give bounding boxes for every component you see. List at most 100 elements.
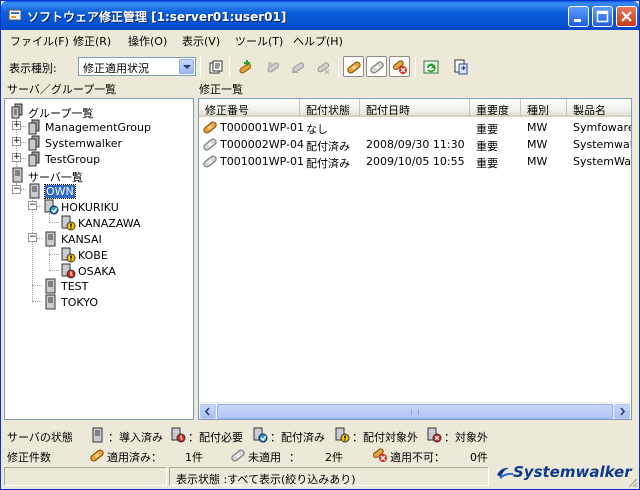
- column-header-distribution-date[interactable]: 配付日時: [360, 99, 470, 117]
- column-header-type[interactable]: 種別: [521, 99, 567, 117]
- group-icon: [28, 151, 40, 167]
- tree-label: KANSAI: [61, 233, 102, 246]
- group-icon: [28, 135, 40, 151]
- column-header-distribution-status[interactable]: 配付状態: [300, 99, 360, 117]
- display-type-select[interactable]: 修正適用状況: [78, 57, 196, 76]
- table-row[interactable]: T000002WP-04 配付済み 2008/09/30 11:30 重要 MW…: [199, 136, 632, 153]
- minimize-button[interactable]: [568, 6, 589, 27]
- expand-plus-icon[interactable]: +: [12, 153, 21, 162]
- menu-bar: ファイル(F) 修正(R) 操作(O) 表示(V) ツール(T) ヘルプ(H): [1, 30, 639, 50]
- resize-grip-icon[interactable]: [626, 476, 638, 488]
- export-button[interactable]: [450, 56, 471, 77]
- cell-fix-number: T000001WP-01: [220, 121, 304, 134]
- menu-operation[interactable]: 操作(O): [128, 33, 167, 49]
- scrollbar-thumb[interactable]: [217, 404, 613, 419]
- server-distributed-icon: [44, 199, 59, 215]
- expand-plus-icon[interactable]: +: [12, 121, 21, 130]
- title-bar[interactable]: ソフトウェア修正管理 [1:server01:user01]: [1, 1, 639, 30]
- column-header-label: 重要度: [476, 104, 509, 117]
- collapse-minus-icon[interactable]: −: [28, 233, 37, 242]
- legend-value: 0件: [470, 451, 488, 464]
- column-header-label: 製品名: [573, 104, 606, 117]
- applied-bandage-icon: [90, 449, 104, 462]
- cell-type: MW: [527, 121, 548, 134]
- scroll-left-button[interactable]: [200, 404, 216, 419]
- legend-text: 適用済み：: [107, 451, 162, 464]
- properties-tool-button[interactable]: [205, 56, 226, 77]
- column-header-label: 配付日時: [366, 104, 410, 117]
- not-applicable-icon: [393, 60, 407, 74]
- tree-label: KOBE: [78, 249, 108, 262]
- maximize-button[interactable]: [592, 6, 613, 27]
- filter-not-applicable-button[interactable]: [389, 56, 410, 77]
- remove-icon: [317, 62, 330, 75]
- menu-tools[interactable]: ツール(T): [235, 33, 283, 49]
- tree-line: [49, 270, 59, 271]
- applied-bandage-icon: [347, 61, 361, 74]
- server-needs-distribution-icon: [61, 263, 76, 279]
- export-icon: [454, 59, 468, 75]
- cell-status: 配付済み: [306, 140, 350, 153]
- cell-product: Systemwall: [573, 138, 632, 151]
- status-display-state: 表示状態 :すべて表示(絞り込みあり): [169, 467, 489, 486]
- collapse-minus-icon[interactable]: −: [28, 201, 37, 210]
- chevron-left-icon: [204, 407, 210, 416]
- remove-fix-button[interactable]: [312, 56, 333, 77]
- display-state-text: 表示状態 :すべて表示(絞り込みあり): [176, 473, 356, 486]
- distribute-icon: [267, 61, 280, 73]
- legend-text: 適用不可：: [390, 451, 445, 464]
- cell-fix-number: T000002WP-04: [220, 138, 304, 151]
- logo-mark-icon: [497, 467, 514, 479]
- tree-line: [49, 222, 59, 223]
- distribute-fix-button[interactable]: [262, 56, 283, 77]
- column-header-product[interactable]: 製品名: [567, 99, 631, 117]
- status-cell-empty: [4, 467, 167, 486]
- unapplied-bandage-icon: [203, 155, 217, 168]
- legend-value: 2件: [325, 451, 343, 464]
- close-button[interactable]: [616, 6, 637, 27]
- fix-list-view[interactable]: 修正番号 配付状態 配付日時 重要度 種別 製品名 T000001WP-01 な…: [198, 98, 632, 420]
- legend-label: サーバの状態: [7, 431, 73, 444]
- menu-file[interactable]: ファイル(F): [10, 33, 69, 49]
- column-header-fix-number[interactable]: 修正番号: [199, 99, 300, 117]
- scroll-right-button[interactable]: [614, 404, 630, 419]
- tree-label-selected: OWN: [44, 184, 76, 199]
- legend-value: 1件: [185, 451, 203, 464]
- chevron-down-icon[interactable]: [179, 59, 194, 74]
- tree-label: OSAKA: [78, 265, 116, 278]
- toolbar-separator: [415, 57, 416, 77]
- collapse-minus-icon[interactable]: −: [12, 185, 21, 194]
- horizontal-scrollbar[interactable]: [199, 402, 631, 419]
- apply-fix-button[interactable]: [287, 56, 308, 77]
- filter-unapplied-button[interactable]: [366, 56, 387, 77]
- server-warning-icon: [61, 215, 76, 231]
- legend-text: ：対象外: [444, 431, 488, 444]
- filter-applied-button[interactable]: [343, 56, 364, 77]
- display-type-value: 修正適用状況: [83, 62, 149, 75]
- logo-text: Systemwalker: [513, 463, 632, 481]
- cell-importance: 重要: [476, 140, 498, 153]
- unapplied-bandage-icon: [370, 61, 384, 74]
- expand-plus-icon[interactable]: +: [12, 137, 21, 146]
- apply-icon: [292, 62, 305, 73]
- cell-status: 配付済み: [306, 157, 350, 170]
- tree-line: [32, 301, 42, 302]
- column-header-importance[interactable]: 重要度: [470, 99, 521, 117]
- table-row[interactable]: T001001WP-01 配付済み 2009/10/05 10:55 重要 MW…: [199, 153, 631, 170]
- menu-view[interactable]: 表示(V): [182, 33, 220, 49]
- menu-help[interactable]: ヘルプ(H): [293, 33, 343, 49]
- menu-fix[interactable]: 修正(R): [73, 33, 111, 49]
- server-group-tree[interactable]: グループ一覧 + ManagementGroup + Systemwalker …: [4, 98, 194, 420]
- add-fix-button[interactable]: [234, 56, 255, 77]
- server-icon: [92, 427, 103, 443]
- tree-label: KANAZAWA: [78, 217, 141, 230]
- server-distributed-icon: [253, 427, 268, 443]
- tree-label: ManagementGroup: [45, 121, 151, 134]
- server-warning-icon: [61, 247, 76, 263]
- tree-label: TOKYO: [61, 296, 98, 309]
- refresh-button[interactable]: [420, 56, 441, 77]
- cell-status: なし: [306, 123, 328, 136]
- table-row[interactable]: T000001WP-01 なし 重要 MW Symfoware: [199, 119, 631, 136]
- server-warning-icon: [335, 427, 350, 443]
- display-type-label: 表示種別:: [9, 62, 57, 75]
